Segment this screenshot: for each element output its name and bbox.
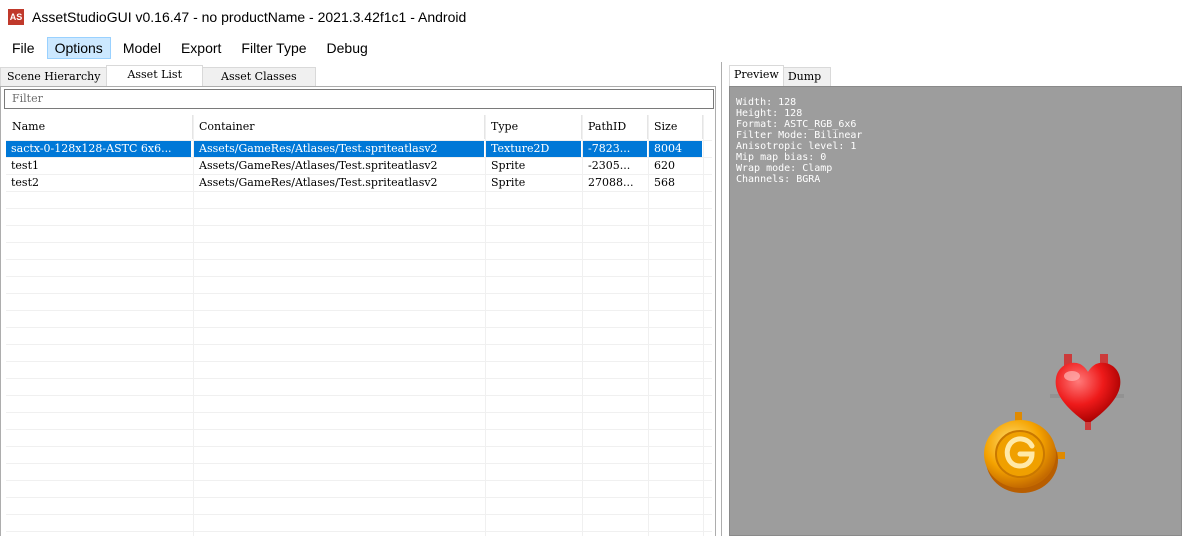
cell-name: sactx-0-128x128-ASTC 6x6... [6, 141, 191, 157]
menu-export[interactable]: Export [173, 37, 229, 59]
row-divider [6, 293, 712, 294]
coin-sprite [984, 412, 1065, 493]
row-divider [6, 378, 712, 379]
table-row[interactable]: test1 Assets/GameRes/Atlases/Test.sprite… [6, 158, 706, 174]
row-divider [6, 412, 712, 413]
row-divider [6, 446, 712, 447]
cell-type: Sprite [491, 176, 526, 189]
tab-dump[interactable]: Dump [782, 67, 831, 87]
row-divider [6, 429, 712, 430]
filter-input[interactable]: Filter [4, 89, 714, 109]
preview-pane: Width: 128 Height: 128 Format: ASTC_RGB_… [729, 86, 1182, 536]
table-row[interactable]: sactx-0-128x128-ASTC 6x6... Assets/GameR… [6, 141, 706, 157]
tab-preview[interactable]: Preview [729, 65, 784, 87]
column-header-container[interactable]: Container [193, 115, 485, 139]
row-divider [6, 480, 712, 481]
info-channels: Channels: BGRA [736, 174, 821, 185]
cell-size: 620 [654, 159, 675, 172]
cell-type: Texture2D [486, 141, 581, 157]
cell-type: Sprite [491, 159, 526, 172]
column-header-size[interactable]: Size [648, 115, 703, 139]
cell-name: test1 [11, 159, 39, 172]
cell-name: test2 [11, 176, 39, 189]
column-header-pathid[interactable]: PathID [582, 115, 648, 139]
row-divider [6, 463, 712, 464]
row-divider [6, 514, 712, 515]
row-divider [6, 242, 712, 243]
cell-container: Assets/GameRes/Atlases/Test.spriteatlasv… [199, 176, 438, 189]
cell-container: Assets/GameRes/Atlases/Test.spriteatlasv… [199, 159, 438, 172]
window-title: AssetStudioGUI v0.16.47 - no productName… [32, 9, 467, 25]
cell-size: 8004 [649, 141, 702, 157]
cell-size: 568 [654, 176, 675, 189]
menu-model[interactable]: Model [115, 37, 169, 59]
menu-debug[interactable]: Debug [319, 37, 376, 59]
row-divider [6, 259, 712, 260]
row-divider [6, 531, 712, 532]
row-divider [6, 395, 712, 396]
info-width: Width: 128 [736, 97, 797, 108]
menu-bar: File Options Model Export Filter Type De… [0, 35, 1182, 61]
info-format: Format: ASTC_RGB_6x6 [736, 119, 857, 130]
menu-filter-type[interactable]: Filter Type [233, 37, 314, 59]
info-mipmap-bias: Mip map bias: 0 [736, 152, 827, 163]
cell-container: Assets/GameRes/Atlases/Test.spriteatlasv… [194, 141, 484, 157]
cell-pathid: 27088... [588, 176, 634, 189]
title-bar: AS AssetStudioGUI v0.16.47 - no productN… [0, 0, 1182, 34]
row-divider [6, 327, 712, 328]
app-icon: AS [8, 9, 24, 25]
menu-options[interactable]: Options [46, 37, 111, 59]
asset-table: Name Container Type PathID Size sactx-0-… [6, 115, 714, 536]
menu-file[interactable]: File [4, 37, 43, 59]
tab-asset-classes[interactable]: Asset Classes [202, 67, 316, 87]
row-divider [6, 361, 712, 362]
texture-info: Width: 128 Height: 128 Format: ASTC_RGB_… [736, 97, 862, 185]
info-anisotropic: Anisotropic level: 1 [736, 141, 857, 152]
tab-scene-hierarchy[interactable]: Scene Hierarchy [0, 67, 108, 87]
right-tab-strip: Preview Dump [729, 65, 831, 87]
info-height: Height: 128 [736, 108, 803, 119]
row-divider [6, 497, 712, 498]
row-divider [6, 310, 712, 311]
left-tab-strip: Scene Hierarchy Asset List Asset Classes [0, 65, 316, 87]
row-divider [6, 276, 712, 277]
row-divider [6, 225, 712, 226]
cell-pathid: -7823... [583, 141, 647, 157]
row-divider [6, 208, 712, 209]
table-row[interactable]: test2 Assets/GameRes/Atlases/Test.sprite… [6, 175, 706, 191]
cell-pathid: -2305... [588, 159, 631, 172]
column-header-type[interactable]: Type [485, 115, 582, 139]
info-filter-mode: Filter Mode: Bilinear [736, 130, 863, 141]
column-header-name[interactable]: Name [6, 115, 193, 139]
info-wrap-mode: Wrap mode: Clamp [736, 163, 833, 174]
row-divider [6, 344, 712, 345]
row-divider [6, 191, 712, 192]
tab-asset-list[interactable]: Asset List [106, 65, 204, 87]
asset-list-pane: Filter Name Container Type PathID Size s… [0, 86, 716, 536]
